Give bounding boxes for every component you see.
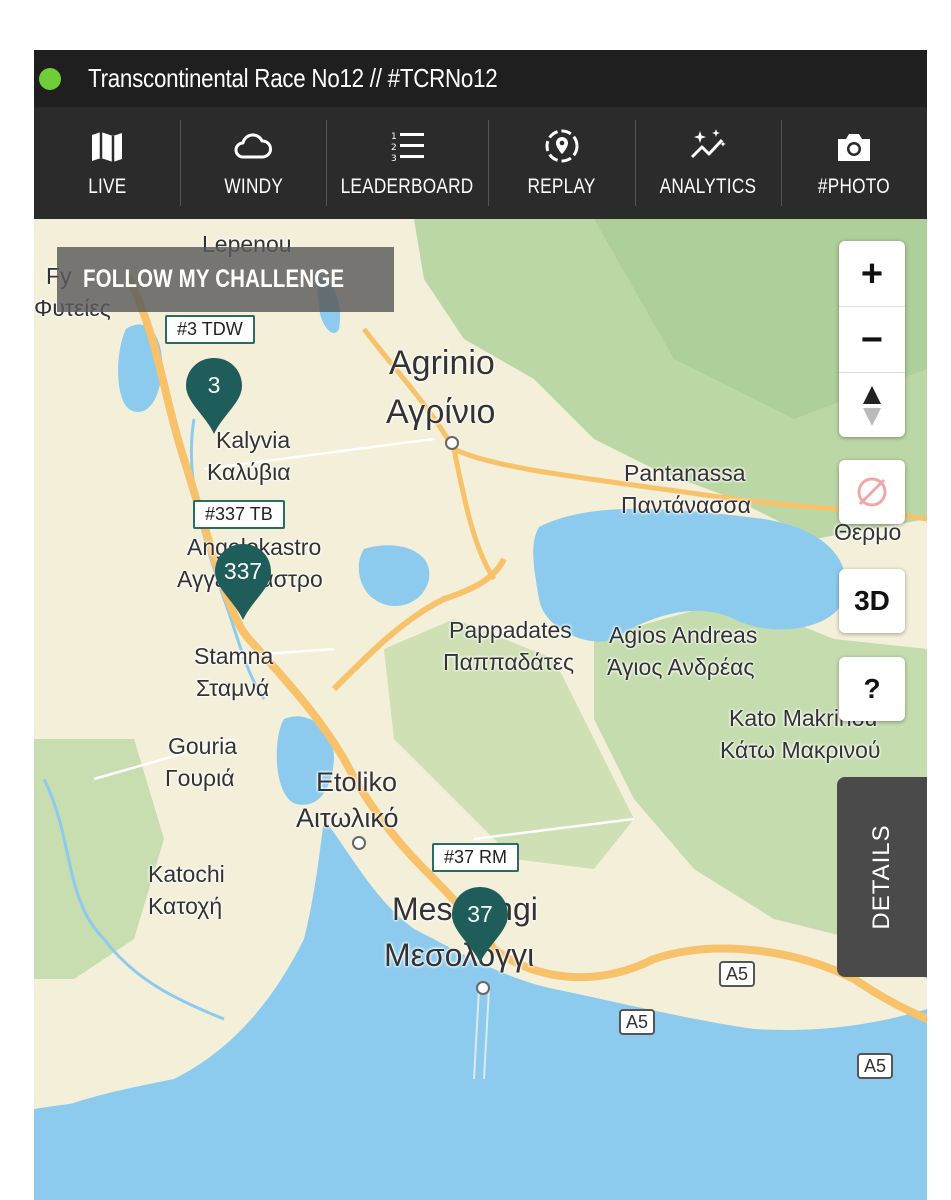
rider-pin[interactable]: 37 xyxy=(450,885,510,965)
zoom-out-button[interactable]: − xyxy=(839,307,905,373)
follow-my-challenge-button[interactable]: FOLLOW MY CHALLENGE xyxy=(57,247,394,312)
road-shield-a5: A5 xyxy=(619,1009,656,1035)
svg-text:1: 1 xyxy=(391,132,397,142)
nav-leaderboard[interactable]: 1 2 3 LEADERBOARD xyxy=(326,107,488,219)
svg-text:2: 2 xyxy=(391,143,397,153)
nav-replay[interactable]: REPLAY xyxy=(488,107,634,219)
minus-icon: − xyxy=(860,318,884,361)
nav-analytics[interactable]: ANALYTICS xyxy=(634,107,781,219)
details-panel-tab[interactable]: DETAILS xyxy=(837,777,927,977)
nav-photo[interactable]: #PHOTO xyxy=(780,107,927,219)
nav-live-label: LIVE xyxy=(87,175,127,198)
nav-live[interactable]: LIVE xyxy=(34,107,180,219)
rider-number: 3 xyxy=(207,372,221,398)
location-toggle-button[interactable] xyxy=(839,460,905,524)
nav-photo-label: #PHOTO xyxy=(817,175,890,198)
ranked-list-icon: 1 2 3 xyxy=(391,132,425,164)
rider-pin[interactable]: 3 xyxy=(184,356,244,436)
rider-tag[interactable]: #37 RM xyxy=(432,843,520,872)
race-title: Transcontinental Race No12 // #TCRNo12 xyxy=(88,63,498,93)
rider-tag[interactable]: #337 TB xyxy=(193,500,285,529)
location-disabled-icon xyxy=(857,477,887,507)
nav-replay-label: REPLAY xyxy=(527,175,596,198)
zoom-controls: + − xyxy=(839,241,905,437)
details-label: DETAILS xyxy=(868,824,895,930)
title-bar: Transcontinental Race No12 // #TCRNo12 xyxy=(34,50,927,107)
zoom-in-button[interactable]: + xyxy=(839,241,905,307)
reset-bearing-button[interactable] xyxy=(839,373,905,438)
help-button[interactable]: ? xyxy=(839,657,905,721)
cloud-icon xyxy=(234,133,273,159)
rider-tag[interactable]: #3 TDW xyxy=(165,315,255,344)
analytics-sparkle-icon xyxy=(690,129,726,159)
plus-icon: + xyxy=(860,252,884,295)
map-icon xyxy=(92,132,123,162)
main-nav: LIVE WINDY 1 2 3 LEADERBOARD REPLAY ANAL… xyxy=(34,107,927,219)
live-status-dot xyxy=(39,67,61,90)
rider-number: 337 xyxy=(223,558,263,584)
nav-windy[interactable]: WINDY xyxy=(180,107,326,219)
road-shield-a5: A5 xyxy=(857,1053,894,1079)
map-basemap xyxy=(34,219,927,1200)
nav-leaderboard-label: LEADERBOARD xyxy=(340,175,474,198)
toggle-3d-button[interactable]: 3D xyxy=(839,569,905,633)
nav-analytics-label: ANALYTICS xyxy=(659,175,757,198)
rider-pin[interactable]: 337 xyxy=(213,542,273,622)
follow-my-challenge-label: FOLLOW MY CHALLENGE xyxy=(83,265,345,293)
camera-icon xyxy=(837,134,870,161)
svg-text:3: 3 xyxy=(391,154,397,164)
replay-pin-icon xyxy=(545,129,579,163)
rider-number: 37 xyxy=(467,901,493,927)
compass-arrows-icon xyxy=(863,385,881,426)
nav-windy-label: WINDY xyxy=(223,175,283,198)
race-map[interactable]: Lepenou Fy Φυτείες Agrinio Αγρίνιο Kalyv… xyxy=(34,219,927,1200)
road-shield-a5: A5 xyxy=(719,961,756,987)
app-window: Transcontinental Race No12 // #TCRNo12 L… xyxy=(34,50,927,1200)
